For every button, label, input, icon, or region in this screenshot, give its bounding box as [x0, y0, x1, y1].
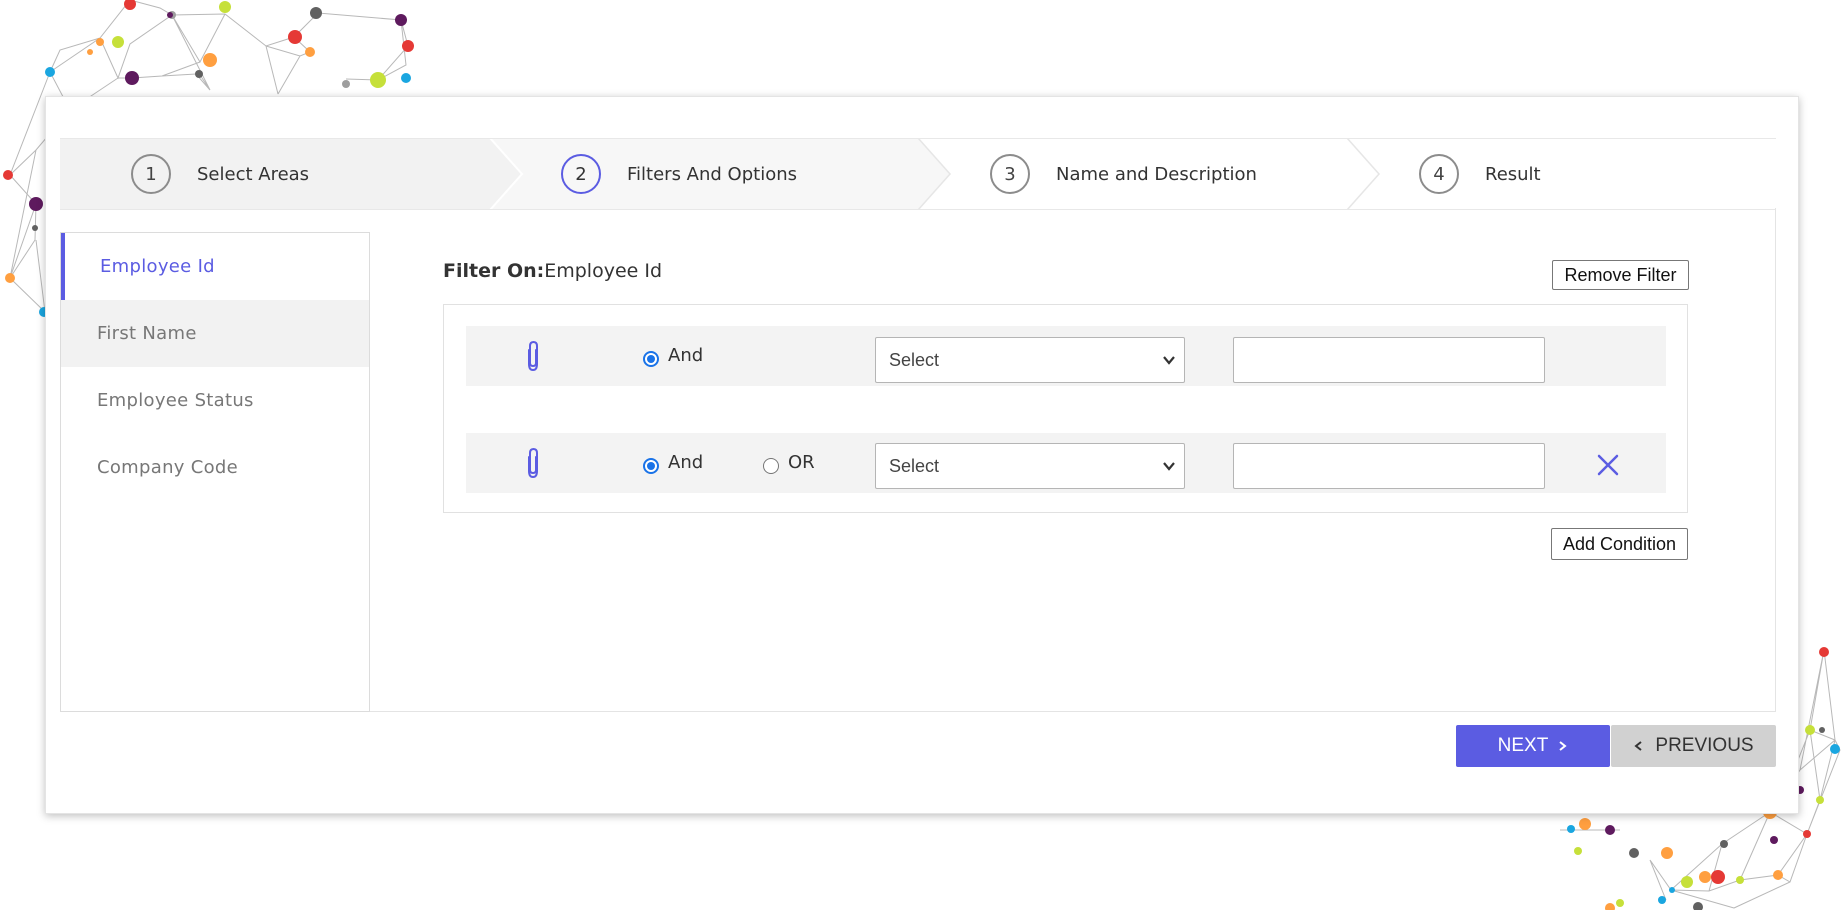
step-name-and-description[interactable]: 3 Name and Description: [990, 138, 1257, 210]
operator-select-value: Select: [889, 349, 940, 370]
operator-select[interactable]: Select: [875, 443, 1185, 489]
and-radio-label: And: [668, 452, 704, 473]
chevron-down-icon: [1163, 462, 1175, 471]
step-number: 3: [990, 154, 1030, 194]
step-label: Name and Description: [1056, 163, 1257, 185]
operator-select-value: Select: [889, 455, 940, 476]
step-label: Filters And Options: [627, 163, 797, 185]
filter-field-list: Employee Id First Name Employee Status C…: [60, 232, 370, 712]
step-select-areas[interactable]: 1 Select Areas: [131, 138, 309, 210]
filter-title-value: Employee Id: [544, 260, 663, 282]
step-label: Result: [1485, 163, 1541, 185]
step-result[interactable]: 4 Result: [1419, 138, 1541, 210]
condition-value-input[interactable]: [1233, 443, 1545, 489]
or-radio[interactable]: [763, 458, 779, 474]
content-border-right: [1775, 208, 1776, 712]
and-radio-label: And: [668, 345, 704, 366]
step-filters-and-options[interactable]: 2 Filters And Options: [561, 138, 797, 210]
previous-button[interactable]: PREVIOUS: [1611, 725, 1776, 767]
filter-title: Filter On:Employee Id: [443, 260, 662, 282]
next-button[interactable]: NEXT: [1456, 725, 1610, 767]
chevron-down-icon: [1163, 356, 1175, 365]
step-number: 1: [131, 154, 171, 194]
previous-button-label: PREVIOUS: [1655, 735, 1754, 756]
condition-value-input[interactable]: [1233, 337, 1545, 383]
filter-title-prefix: Filter On:: [443, 260, 545, 282]
step-number: 2: [561, 154, 601, 194]
chevron-right-icon: [1559, 741, 1567, 751]
or-radio-label: OR: [788, 452, 815, 473]
and-radio[interactable]: [643, 458, 659, 474]
add-condition-button[interactable]: Add Condition: [1551, 528, 1688, 560]
step-number: 4: [1419, 154, 1459, 194]
paperclip-icon: [528, 447, 538, 479]
paperclip-icon: [528, 340, 538, 372]
and-radio[interactable]: [643, 351, 659, 367]
sidebar-item-company-code[interactable]: Company Code: [61, 434, 369, 501]
sidebar-item-employee-status[interactable]: Employee Status: [61, 367, 369, 434]
wizard-stepper: 1 Select Areas 2 Filters And Options 3 N…: [60, 138, 1776, 210]
sidebar-item-employee-id[interactable]: Employee Id: [61, 233, 369, 300]
step-label: Select Areas: [197, 163, 310, 185]
operator-select[interactable]: Select: [875, 337, 1185, 383]
sidebar-item-first-name[interactable]: First Name: [61, 300, 369, 367]
remove-filter-button[interactable]: Remove Filter: [1552, 260, 1689, 290]
close-icon[interactable]: [1596, 453, 1620, 477]
next-button-label: NEXT: [1497, 735, 1549, 756]
chevron-left-icon: [1634, 741, 1643, 751]
